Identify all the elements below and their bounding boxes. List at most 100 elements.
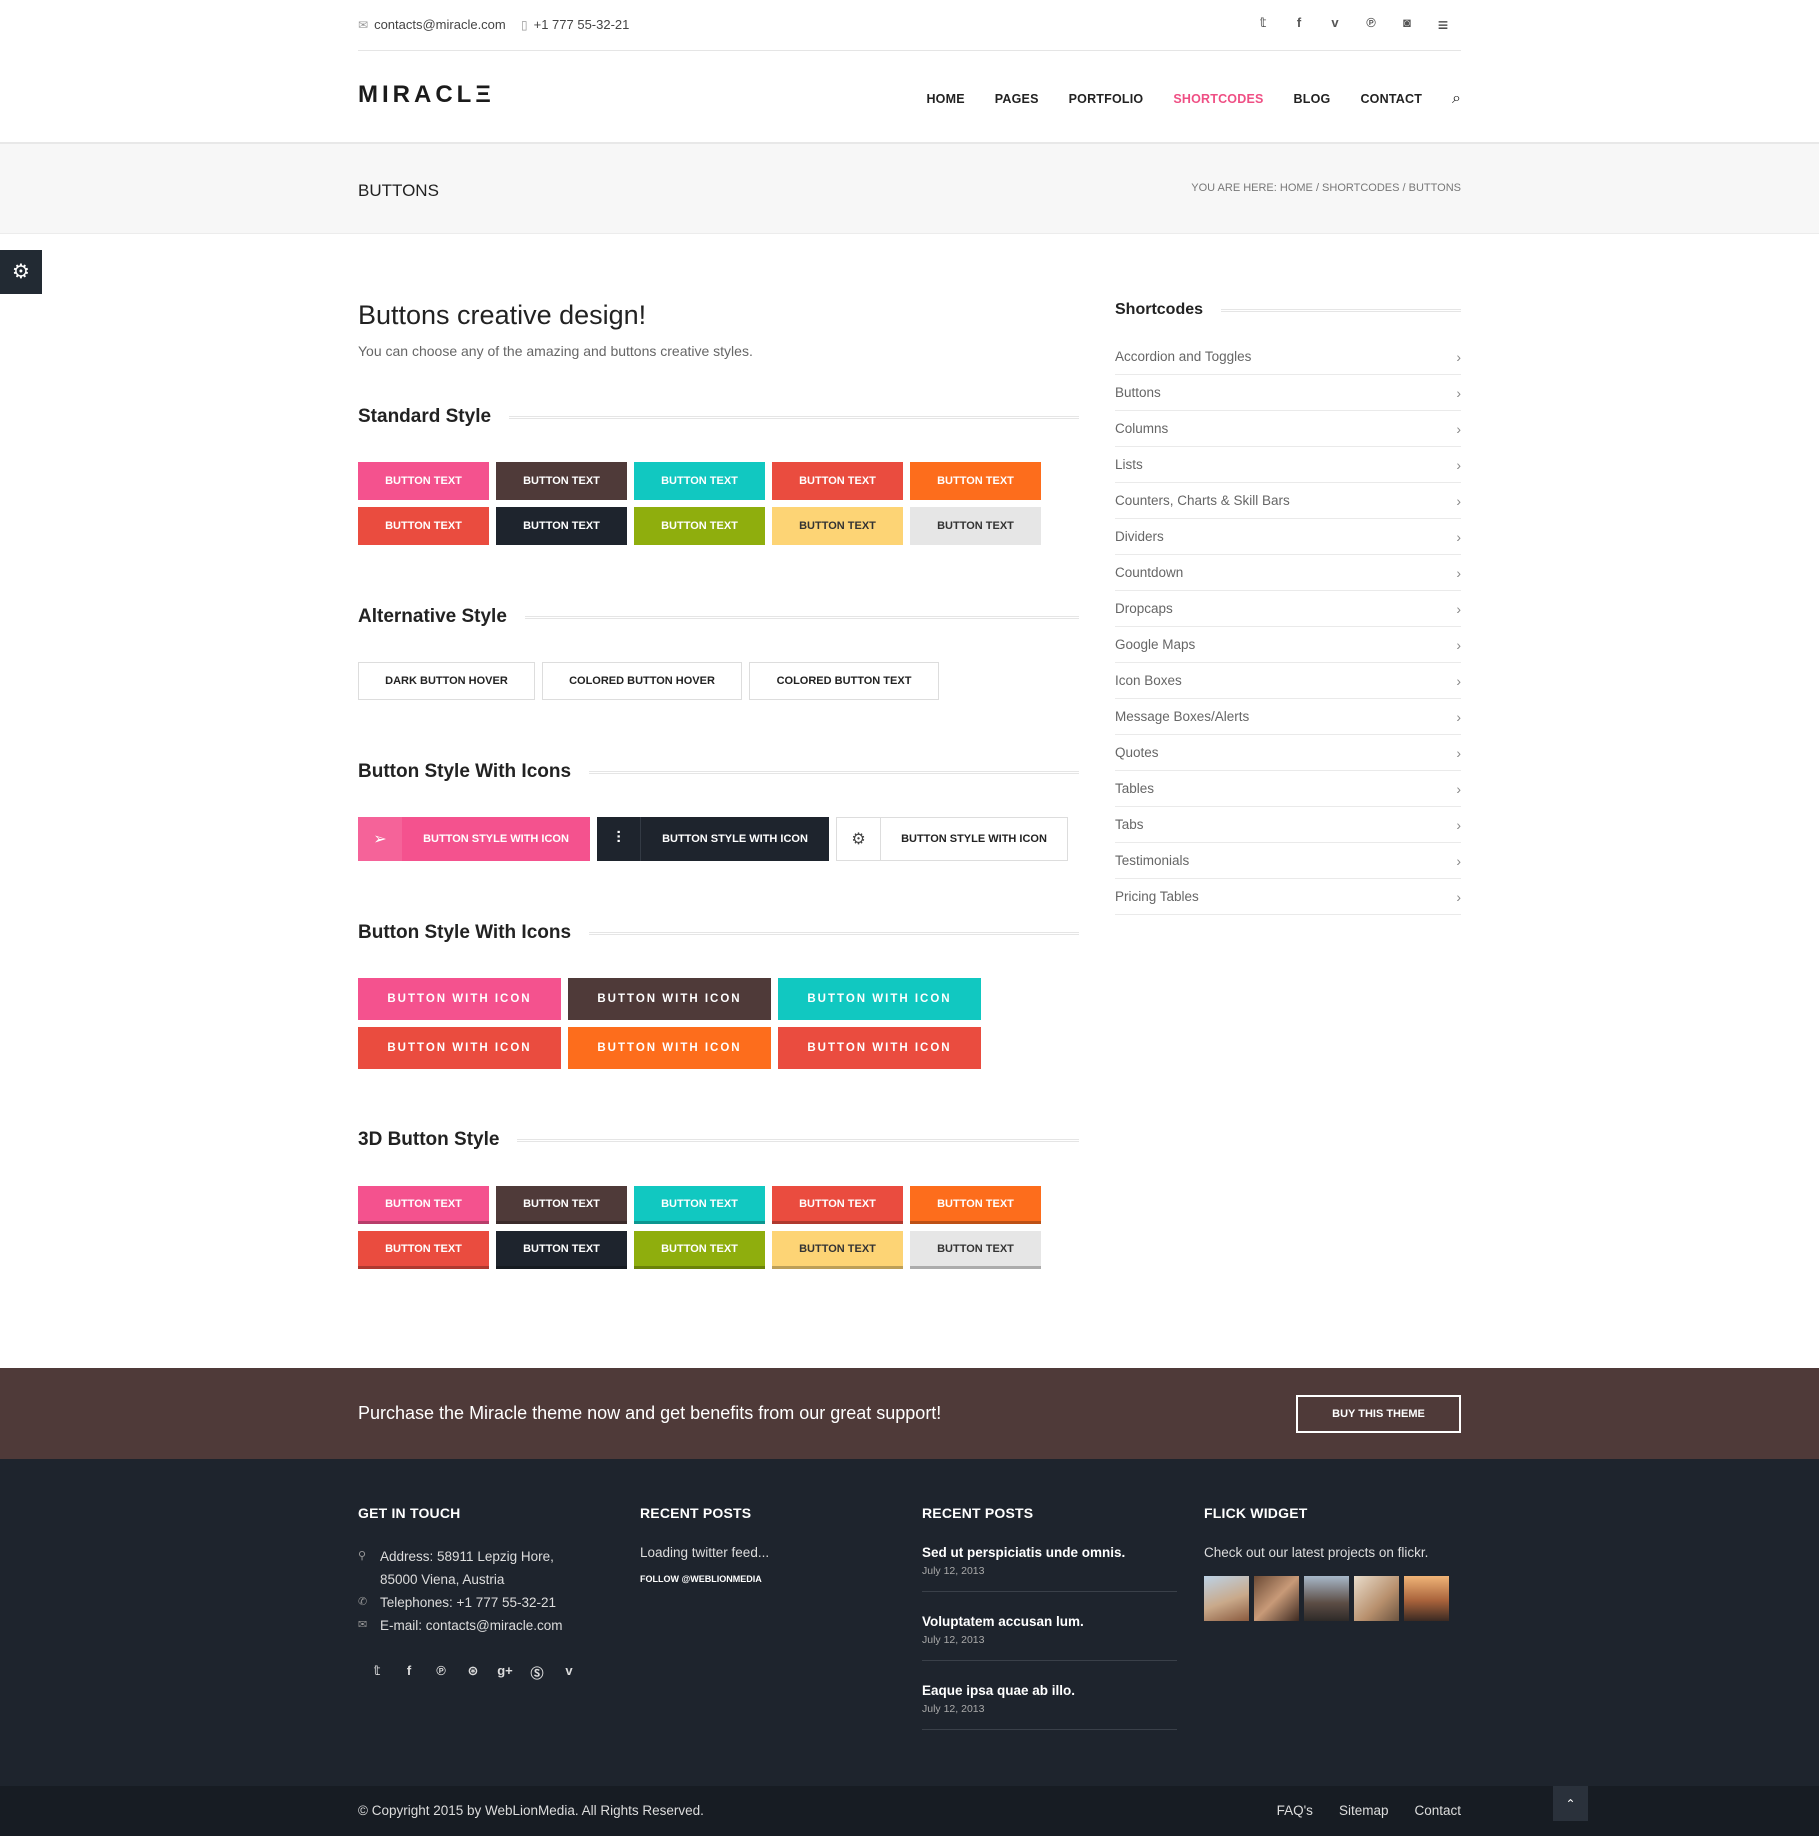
nav-home[interactable]: HOME — [926, 92, 964, 106]
recent-post[interactable]: Sed ut perspiciatis unde omnis. July 12,… — [922, 1545, 1177, 1592]
icon-button-pink[interactable]: ➢ BUTTON STYLE WITH ICON — [358, 817, 590, 861]
sidebar-item-icon-boxes[interactable]: Icon Boxes › — [1115, 663, 1461, 699]
sidebar-item-testimonials[interactable]: Testimonials › — [1115, 843, 1461, 879]
sidebar-item-dropcaps[interactable]: Dropcaps › — [1115, 591, 1461, 627]
facebook-icon[interactable]: f — [1281, 15, 1317, 36]
wide-button-orange[interactable]: BUTTON WITH ICON — [568, 1027, 771, 1069]
icon-button-light[interactable]: ⚙ BUTTON STYLE WITH ICON — [836, 817, 1068, 861]
wide-button-red-2[interactable]: BUTTON WITH ICON — [778, 1027, 981, 1069]
button-3d-green[interactable]: BUTTON TEXT — [634, 1231, 765, 1269]
facebook-icon[interactable]: f — [400, 1663, 418, 1682]
button-light[interactable]: BUTTON TEXT — [910, 507, 1041, 545]
button-3d-teal[interactable]: BUTTON TEXT — [634, 1186, 765, 1224]
sidebar-item-google-maps[interactable]: Google Maps › — [1115, 627, 1461, 663]
buy-theme-button[interactable]: BUY THIS THEME — [1296, 1395, 1461, 1433]
vimeo-icon[interactable]: v — [560, 1663, 578, 1682]
scroll-to-top-button[interactable]: ⌃ — [1553, 1786, 1588, 1821]
button-3d-dark[interactable]: BUTTON TEXT — [496, 1231, 627, 1269]
button-3d-brown[interactable]: BUTTON TEXT — [496, 1186, 627, 1224]
button-3d-light[interactable]: BUTTON TEXT — [910, 1231, 1041, 1269]
nav-shortcodes[interactable]: SHORTCODES — [1173, 92, 1263, 106]
sidebar-item-tables[interactable]: Tables › — [1115, 771, 1461, 807]
nav-pages[interactable]: PAGES — [995, 92, 1039, 106]
button-teal[interactable]: BUTTON TEXT — [634, 462, 765, 500]
button-brown[interactable]: BUTTON TEXT — [496, 462, 627, 500]
button-3d-orange[interactable]: BUTTON TEXT — [910, 1186, 1041, 1224]
footer-email[interactable]: ✉ E-mail: contacts@miracle.com — [358, 1614, 618, 1637]
colored-button-text[interactable]: COLORED BUTTON TEXT — [749, 662, 939, 700]
colored-button-hover[interactable]: COLORED BUTTON HOVER — [542, 662, 742, 700]
sidebar-item-countdown[interactable]: Countdown › — [1115, 555, 1461, 591]
flickr-thumbnail[interactable] — [1304, 1576, 1349, 1621]
follow-link[interactable]: FOLLOW @WEBLIONMEDIA — [640, 1574, 900, 1584]
sidebar-item-tabs[interactable]: Tabs › — [1115, 807, 1461, 843]
footer-link-sitemap[interactable]: Sitemap — [1339, 1803, 1389, 1818]
chevron-right-icon: › — [1456, 888, 1461, 905]
sidebar-item-message-boxes[interactable]: Message Boxes/Alerts › — [1115, 699, 1461, 735]
chevron-right-icon: › — [1456, 708, 1461, 725]
flickr-thumbnail[interactable] — [1404, 1576, 1449, 1621]
button-green[interactable]: BUTTON TEXT — [634, 507, 765, 545]
pinterest-icon[interactable]: ℗ — [432, 1663, 450, 1682]
button-3d-red-2[interactable]: BUTTON TEXT — [358, 1231, 489, 1269]
button-3d-red[interactable]: BUTTON TEXT — [772, 1186, 903, 1224]
button-dark[interactable]: BUTTON TEXT — [496, 507, 627, 545]
dribbble-icon[interactable]: ⊛ — [464, 1663, 482, 1682]
flickr-text: Check out our latest projects on flickr. — [1204, 1545, 1429, 1560]
sidebar-item-quotes[interactable]: Quotes › — [1115, 735, 1461, 771]
flickr-thumbnail[interactable] — [1354, 1576, 1399, 1621]
flickr-thumbnail[interactable] — [1204, 1576, 1249, 1621]
post-title[interactable]: Eaque ipsa quae ab illo. — [922, 1683, 1177, 1698]
search-icon[interactable]: ⌕ — [1452, 90, 1461, 108]
button-3d-pink[interactable]: BUTTON TEXT — [358, 1186, 489, 1224]
sidebar-item-lists[interactable]: Lists › — [1115, 447, 1461, 483]
top-email[interactable]: ✉ contacts@miracle.com — [358, 17, 506, 32]
button-orange[interactable]: BUTTON TEXT — [910, 462, 1041, 500]
button-red[interactable]: BUTTON TEXT — [358, 507, 489, 545]
sidebar-item-accordion[interactable]: Accordion and Toggles › — [1115, 339, 1461, 375]
dark-button-hover[interactable]: DARK BUTTON HOVER — [358, 662, 535, 700]
sidebar-item-pricing-tables[interactable]: Pricing Tables › — [1115, 879, 1461, 915]
wide-button-brown[interactable]: BUTTON WITH ICON — [568, 978, 771, 1020]
footer-link-contact[interactable]: Contact — [1414, 1803, 1461, 1818]
sidebar-item-dividers[interactable]: Dividers › — [1115, 519, 1461, 555]
icon-button-label: BUTTON STYLE WITH ICON — [662, 833, 808, 845]
flickr-thumbnail[interactable] — [1254, 1576, 1299, 1621]
nav-portfolio[interactable]: PORTFOLIO — [1069, 92, 1144, 106]
twitter-icon[interactable]: 𝕥 — [368, 1663, 386, 1682]
twitter-icon[interactable]: 𝕥 — [1245, 15, 1281, 36]
nav-blog[interactable]: BLOG — [1294, 92, 1331, 106]
sidebar-item-label: Countdown — [1115, 565, 1184, 580]
icon-button-dark[interactable]: ⫶ BUTTON STYLE WITH ICON — [597, 817, 829, 861]
button-yellow[interactable]: BUTTON TEXT — [772, 507, 903, 545]
main-subheading: You can choose any of the amazing and bu… — [358, 343, 753, 359]
chevron-right-icon: › — [1456, 744, 1461, 761]
recent-post[interactable]: Eaque ipsa quae ab illo. July 12, 2013 — [922, 1683, 1177, 1730]
hamburger-menu-icon[interactable]: ≡ — [1425, 15, 1461, 36]
wide-button-teal[interactable]: BUTTON WITH ICON — [778, 978, 981, 1020]
sidebar-item-buttons[interactable]: Buttons › — [1115, 375, 1461, 411]
button-red[interactable]: BUTTON TEXT — [772, 462, 903, 500]
vimeo-icon[interactable]: v — [1317, 15, 1353, 36]
post-title[interactable]: Voluptatem accusan lum. — [922, 1614, 1177, 1629]
footer-link-faq[interactable]: FAQ's — [1277, 1803, 1313, 1818]
wide-button-red[interactable]: BUTTON WITH ICON — [358, 1027, 561, 1069]
wide-button-pink[interactable]: BUTTON WITH ICON — [358, 978, 561, 1020]
button-3d-yellow[interactable]: BUTTON TEXT — [772, 1231, 903, 1269]
phone-icon: ▯ — [521, 17, 528, 32]
sidebar-item-counters[interactable]: Counters, Charts & Skill Bars › — [1115, 483, 1461, 519]
sidebar-item-columns[interactable]: Columns › — [1115, 411, 1461, 447]
google-plus-icon[interactable]: g+ — [496, 1663, 514, 1682]
pinterest-icon[interactable]: ℗ — [1353, 15, 1389, 36]
post-title[interactable]: Sed ut perspiciatis unde omnis. — [922, 1545, 1177, 1560]
settings-gear-icon[interactable]: ⚙ — [0, 250, 42, 294]
chevron-right-icon: › — [1456, 672, 1461, 689]
recent-post[interactable]: Voluptatem accusan lum. July 12, 2013 — [922, 1614, 1177, 1661]
button-pink[interactable]: BUTTON TEXT — [358, 462, 489, 500]
skype-icon[interactable]: Ⓢ — [528, 1663, 546, 1682]
breadcrumb[interactable]: YOU ARE HERE: HOME / SHORTCODES / BUTTON… — [1191, 182, 1461, 194]
section-alternative-style: Alternative Style — [358, 606, 1079, 628]
logo[interactable]: MIRACLΞ — [358, 81, 495, 109]
instagram-icon[interactable]: ◙ — [1389, 15, 1425, 36]
nav-contact[interactable]: CONTACT — [1360, 92, 1422, 106]
